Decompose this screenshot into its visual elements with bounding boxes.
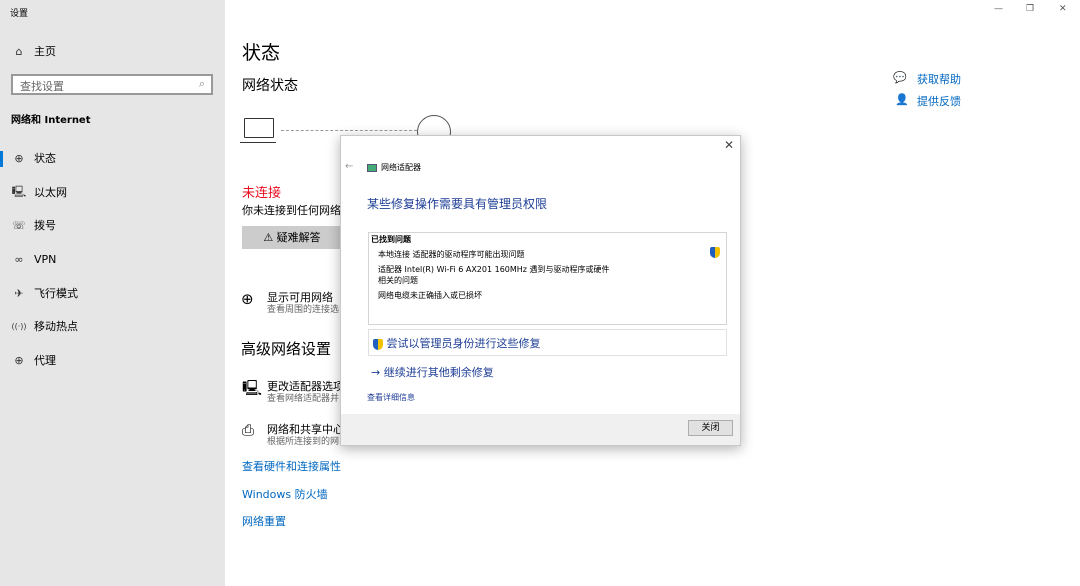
arrow-right-icon: →: [371, 366, 384, 379]
problem-item: 适配器 Intel(R) Wi-Fi 6 AX201 160MHz 遇到与驱动程…: [378, 265, 610, 274]
connection-desc: 你未连接到任何网络。: [242, 204, 352, 217]
uac-shield-icon: [710, 247, 720, 258]
help-icon: 💬: [893, 71, 907, 84]
sidebar: 设置 ⌂ 主页 查找设置 ⌕ 网络和 Internet ⊕ 状态 🖳 以太网 ☏ 拨号 ∞…: [0, 0, 225, 586]
network-globe-icon: ⊕: [241, 290, 254, 308]
close-button[interactable]: 关闭: [688, 420, 733, 436]
continue-button[interactable]: → 继续进行其他剩余修复: [371, 364, 494, 380]
connection-line: [281, 130, 417, 131]
admin-fix-label: 尝试以管理员身份进行这些修复: [386, 337, 541, 350]
search-icon: ⌕: [198, 77, 205, 90]
sidebar-item-dialup[interactable]: ☏ 拨号: [0, 210, 225, 240]
airplane-icon: ✈: [14, 286, 24, 300]
uac-shield-icon: [373, 338, 383, 350]
problem-item: 本地连接 适配器的驱动程序可能出现问题: [378, 250, 525, 259]
sharing-desc: 根据所连接到的网: [267, 437, 340, 447]
label: 拨号: [34, 219, 56, 232]
problem-item-cont: 相关的问题: [378, 276, 418, 285]
back-arrow-icon[interactable]: ←: [345, 161, 353, 172]
globe-icon: ⊕: [14, 353, 24, 367]
search-placeholder: 查找设置: [20, 80, 64, 93]
sidebar-item-home[interactable]: ⌂ 主页: [0, 36, 225, 66]
troubleshooter-dialog: ✕ ← 网络适配器 某些修复操作需要具有管理员权限 已找到问题 本地连接 适配器…: [340, 135, 741, 446]
problem-item: 网络电缆未正确插入或已损坏: [378, 291, 482, 300]
dialog-heading: 某些修复操作需要具有管理员权限: [367, 197, 548, 211]
troubleshoot-button[interactable]: ⚠ 疑难解答: [242, 226, 342, 249]
details-link[interactable]: 查看详细信息: [367, 392, 415, 403]
sidebar-item-ethernet[interactable]: 🖳 以太网: [0, 177, 225, 207]
laptop-icon: [244, 118, 274, 138]
adapter-icon: 🖳: [242, 379, 263, 397]
window-title: 设置: [10, 9, 29, 19]
dialog-footer: 关闭: [341, 414, 740, 445]
minimize-button[interactable]: —: [994, 4, 1003, 14]
vpn-icon: ∞: [14, 252, 24, 266]
sidebar-item-airplane[interactable]: ✈ 飞行模式: [0, 278, 225, 308]
advanced-heading: 高级网络设置: [241, 340, 332, 358]
dialup-icon: ☏: [12, 218, 26, 232]
hardware-properties-link[interactable]: 查看硬件和连接属性: [242, 458, 341, 474]
firewall-link[interactable]: Windows 防火墙: [242, 486, 328, 502]
search-input[interactable]: 查找设置 ⌕: [11, 74, 213, 95]
network-reset-link[interactable]: 网络重置: [242, 513, 286, 529]
label: 以太网: [34, 186, 67, 199]
home-label: 主页: [34, 45, 56, 58]
sidebar-item-status[interactable]: ⊕ 状态: [0, 143, 225, 173]
status-icon: ⊕: [14, 151, 24, 165]
close-window-button[interactable]: ✕: [1059, 4, 1067, 14]
home-icon: ⌂: [15, 44, 23, 58]
maximize-button[interactable]: ❐: [1026, 4, 1034, 14]
network-adapter-icon: [367, 164, 377, 172]
problems-heading: 已找到问题: [371, 235, 411, 244]
warning-icon: ⚠: [263, 231, 277, 244]
show-networks-desc: 查看周围的连接选: [267, 305, 340, 315]
dialog-close-icon[interactable]: ✕: [724, 138, 734, 152]
page-title: 状态: [242, 42, 281, 64]
adapter-desc: 查看网络适配器并: [267, 394, 340, 404]
sidebar-item-proxy[interactable]: ⊕ 代理: [0, 345, 225, 375]
troubleshoot-label: 疑难解答: [276, 231, 321, 244]
feedback-icon: 👤: [895, 93, 909, 106]
feedback-link[interactable]: 提供反馈: [917, 93, 961, 109]
laptop-base: [240, 139, 276, 143]
network-status-heading: 网络状态: [242, 78, 298, 94]
get-help-link[interactable]: 获取帮助: [917, 71, 961, 87]
label: 状态: [34, 152, 56, 165]
connection-status: 未连接: [242, 186, 282, 201]
ethernet-icon: 🖳: [11, 184, 27, 198]
label: VPN: [34, 252, 57, 266]
dialog-nav-title: 网络适配器: [381, 163, 421, 172]
label: 代理: [34, 354, 56, 367]
sharing-center-icon: ⎙: [242, 421, 255, 439]
section-heading: 网络和 Internet: [11, 115, 91, 126]
sidebar-item-hotspot[interactable]: ((·)) 移动热点: [0, 311, 225, 341]
hotspot-icon: ((·)): [11, 321, 27, 331]
sidebar-item-vpn[interactable]: ∞ VPN: [0, 244, 225, 274]
continue-label: 继续进行其他剩余修复: [383, 366, 494, 379]
admin-fix-button[interactable]: 尝试以管理员身份进行这些修复: [368, 329, 727, 356]
label: 移动热点: [34, 320, 78, 333]
problems-box: 已找到问题 本地连接 适配器的驱动程序可能出现问题 适配器 Intel(R) W…: [368, 232, 727, 325]
label: 飞行模式: [34, 287, 78, 300]
